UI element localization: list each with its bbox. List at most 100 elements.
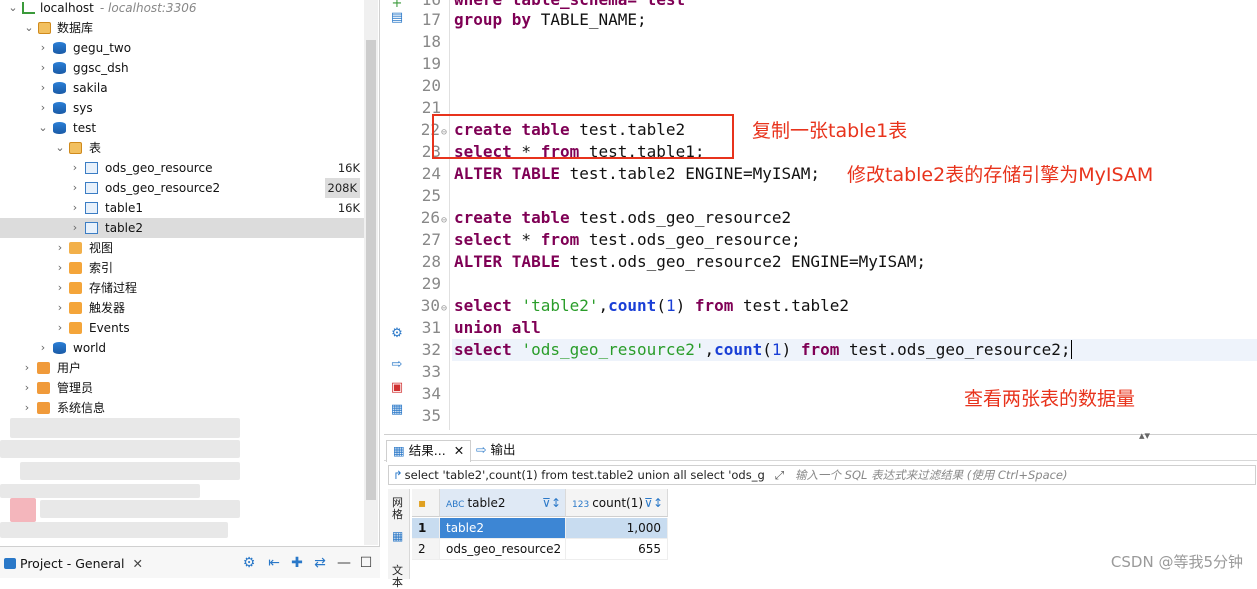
chevron-right-icon[interactable]: › — [55, 278, 65, 298]
close-icon[interactable]: ✕ — [133, 556, 143, 571]
chevron-right-icon[interactable]: › — [55, 238, 65, 258]
link-icon[interactable]: ⇄ — [312, 555, 328, 571]
chevron-right-icon[interactable]: › — [22, 358, 32, 378]
tree-database-sakila[interactable]: › sakila — [0, 78, 364, 98]
grid-cell[interactable]: ods_geo_resource2 — [440, 539, 566, 560]
sql-editor[interactable]: where table_schema='test' group by TABLE… — [452, 0, 1257, 430]
chevron-right-icon[interactable]: › — [70, 178, 80, 198]
collapse-icon[interactable]: ⇤ — [266, 555, 282, 571]
tree-folder-triggers[interactable]: › 触发器 — [0, 298, 364, 318]
tree-folder-events[interactable]: › Events — [0, 318, 364, 338]
tree-folder-views[interactable]: › 视图 — [0, 238, 364, 258]
tree-connection-localhost[interactable]: ⌄ localhost - localhost:3306 — [0, 0, 364, 18]
code-line-32[interactable]: select 'ods_geo_resource2',count(1) from… — [452, 339, 1257, 361]
document-icon[interactable]: ▤ — [389, 10, 405, 26]
folder-label: Events — [89, 321, 130, 335]
row-number[interactable]: 2 — [412, 539, 440, 560]
chevron-right-icon[interactable]: › — [38, 338, 48, 358]
maximize-icon[interactable]: ☐ — [358, 555, 374, 571]
chevron-right-icon[interactable]: › — [70, 198, 80, 218]
chevron-right-icon[interactable]: › — [38, 78, 48, 98]
minimize-icon[interactable]: — — [336, 555, 352, 571]
code-line-30[interactable]: select 'table2',count(1) from test.table… — [454, 295, 849, 317]
tree-users[interactable]: › 用户 — [0, 358, 364, 378]
tree-database-world[interactable]: › world — [0, 338, 364, 358]
scrollbar-thumb[interactable] — [366, 40, 376, 500]
format-icon[interactable]: ▦ — [389, 402, 405, 418]
chevron-right-icon[interactable]: › — [70, 218, 80, 238]
tree-databases-folder[interactable]: ⌄ 数据库 — [0, 18, 364, 38]
expand-icon[interactable]: ⤢ — [775, 466, 784, 484]
gear-icon[interactable]: ⚙ — [241, 555, 257, 571]
code-line-24[interactable]: ALTER TABLE test.table2 ENGINE=MyISAM; — [454, 163, 820, 185]
filter-sort-icon[interactable]: ⊽↕ — [644, 489, 663, 517]
panel-arrows-icon[interactable]: ▴▾ — [1139, 429, 1150, 442]
navigator-scrollbar[interactable] — [364, 0, 378, 545]
line-numbers: 16 17 18 19 20 21 22⊖ 23 24 25 26⊖ 27 28… — [410, 0, 450, 430]
line-number: 18 — [421, 32, 441, 51]
tree-system-info[interactable]: › 系统信息 — [0, 398, 364, 418]
tree-folder-indexes[interactable]: › 索引 — [0, 258, 364, 278]
code-line-28[interactable]: ALTER TABLE test.ods_geo_resource2 ENGIN… — [454, 251, 926, 273]
chevron-right-icon[interactable]: › — [38, 38, 48, 58]
tree-folder-procedures[interactable]: › 存储过程 — [0, 278, 364, 298]
table-icon — [85, 182, 98, 194]
grid-cell[interactable]: table2 — [440, 518, 566, 539]
column-header-table2[interactable]: ABC table2 ⊽↕ — [440, 489, 566, 517]
code-line-31[interactable]: union all — [454, 317, 541, 339]
line-number: 25 — [421, 186, 441, 205]
tree-database-gegu-two[interactable]: › gegu_two — [0, 38, 364, 58]
close-icon[interactable]: ✕ — [454, 443, 464, 458]
chevron-right-icon[interactable]: › — [55, 298, 65, 318]
tab-results[interactable]: ▦ 结果... ✕ — [386, 440, 472, 462]
tree-database-ggsc-dsh[interactable]: › ggsc_dsh — [0, 58, 364, 78]
tree-table-ods-geo-resource2[interactable]: › ods_geo_resource2 208K — [0, 178, 364, 198]
view-text-toggle[interactable]: 文本 — [392, 565, 404, 589]
row-number[interactable]: 1 — [412, 518, 440, 539]
project-tab[interactable]: Project - General ✕ — [4, 553, 143, 575]
grid-cell[interactable]: 655 — [566, 539, 668, 560]
blurred-row — [0, 440, 240, 458]
column-name: table2 — [467, 496, 506, 510]
column-type: 123 — [572, 500, 590, 510]
chevron-right-icon[interactable]: › — [22, 378, 32, 398]
chevron-down-icon[interactable]: ⌄ — [38, 118, 48, 138]
chevron-right-icon[interactable]: › — [38, 98, 48, 118]
filter-sort-icon[interactable]: ⊽↕ — [542, 489, 561, 517]
chevron-down-icon[interactable]: ⌄ — [24, 18, 34, 38]
export-icon[interactable]: ▣ — [389, 380, 405, 396]
tree-table-table2[interactable]: › table2 — [0, 218, 364, 238]
folder-open-icon — [38, 22, 51, 34]
chevron-right-icon[interactable]: › — [22, 398, 32, 418]
expand-icon[interactable]: ✚ — [289, 555, 305, 571]
tree-table-ods-geo-resource[interactable]: › ods_geo_resource 16K — [0, 158, 364, 178]
grid-cell[interactable]: 1,000 — [566, 518, 668, 539]
tree-database-test[interactable]: ⌄ test — [0, 118, 364, 138]
code-line-27[interactable]: select * from test.ods_geo_resource; — [454, 229, 801, 251]
sql-filter-bar[interactable]: ↱ select 'table2',count(1) from test.tabl… — [388, 465, 1256, 485]
chevron-right-icon[interactable]: › — [38, 58, 48, 78]
grid-icon[interactable]: ▦ — [392, 529, 403, 543]
tree-tables-folder[interactable]: ⌄ 表 — [0, 138, 364, 158]
gear-icon[interactable]: ⚙ — [389, 326, 405, 342]
column-header-count[interactable]: 123 count(1) ⊽↕ — [566, 489, 668, 517]
grid-corner[interactable]: ▪ — [412, 489, 440, 517]
chevron-right-icon[interactable]: › — [55, 258, 65, 278]
filter-input[interactable]: 输入一个 SQL 表达式来过滤结果 (使用 Ctrl+Space) — [795, 466, 1068, 484]
tree-table-table1[interactable]: › table1 16K — [0, 198, 364, 218]
chevron-right-icon[interactable]: › — [70, 158, 80, 178]
chevron-down-icon[interactable]: ⌄ — [55, 138, 65, 158]
database-label: gegu_two — [73, 41, 132, 55]
execute-script-icon[interactable]: ⇨ — [389, 357, 405, 373]
chevron-right-icon[interactable]: › — [55, 318, 65, 338]
blurred-row — [0, 522, 228, 538]
view-grid-toggle[interactable]: 网格 — [392, 497, 404, 521]
admins-label: 管理员 — [57, 381, 94, 395]
tab-output[interactable]: ⇨ 输出 — [470, 440, 521, 462]
chevron-down-icon[interactable]: ⌄ — [8, 0, 18, 18]
tree-admins[interactable]: › 管理员 — [0, 378, 364, 398]
table-label: table2 — [105, 221, 144, 235]
code-line-17[interactable]: group by TABLE_NAME; — [454, 9, 647, 31]
tree-database-sys[interactable]: › sys — [0, 98, 364, 118]
code-line-26[interactable]: create table test.ods_geo_resource2 — [454, 207, 791, 229]
